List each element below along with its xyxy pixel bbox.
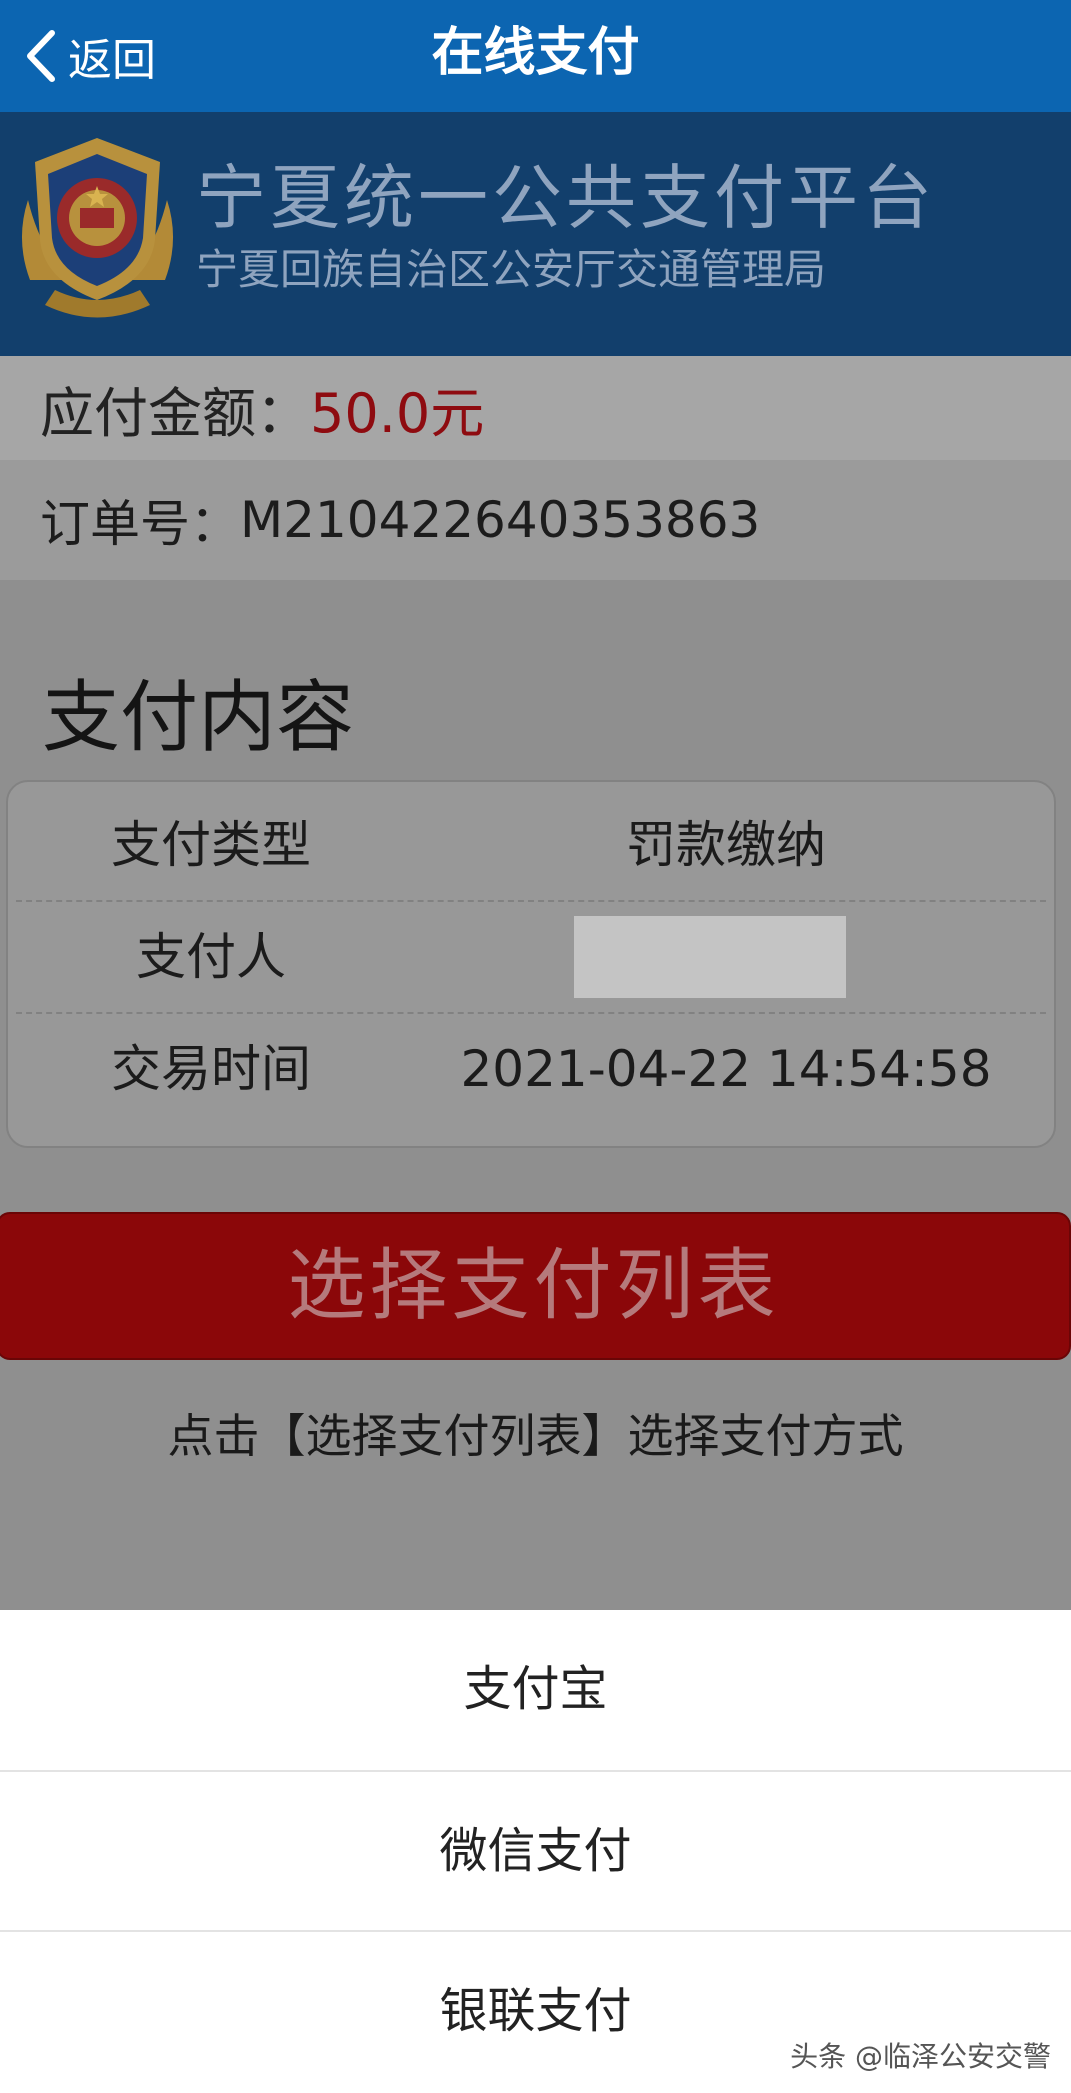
- order-row: 订单号： M210422640353863: [0, 460, 1071, 580]
- detail-row-payment-type: 支付类型 罚款缴纳: [16, 790, 1046, 900]
- payment-content-title: 支付内容: [42, 673, 355, 763]
- page-title: 在线支付: [431, 23, 640, 83]
- amount-label: 应付金额：: [40, 381, 310, 445]
- platform-banner: 宁夏统一公共支付平台 宁夏回族自治区公安厅交通管理局: [0, 112, 1071, 356]
- detail-label: 支付人: [136, 928, 286, 986]
- payment-option-alipay[interactable]: 支付宝: [0, 1610, 1071, 1768]
- select-payment-list-button[interactable]: 选择支付列表: [0, 1212, 1071, 1360]
- payment-method-sheet: 支付宝 微信支付 银联支付 头条 @临泽公安交警: [0, 1610, 1071, 2093]
- detail-row-transaction-time: 交易时间 2021-04-22 14:54:58: [16, 1012, 1046, 1124]
- platform-subtitle: 宁夏回族自治区公安厅交通管理局: [196, 245, 827, 294]
- nav-bar: 返回 在线支付: [0, 0, 1071, 112]
- payment-details-card: 支付类型 罚款缴纳 支付人 交易时间 2021-04-22 14:54:58: [6, 780, 1056, 1148]
- payment-option-wechat[interactable]: 微信支付: [0, 1770, 1071, 1930]
- redacted-payer-name: [574, 916, 846, 998]
- platform-title: 宁夏统一公共支付平台: [196, 157, 936, 239]
- order-label: 订单号：: [40, 495, 240, 553]
- detail-value: 2021-04-22 14:54:58: [460, 1040, 992, 1098]
- amount-row: 应付金额： 50.0元: [0, 356, 1071, 460]
- detail-label: 交易时间: [111, 1040, 311, 1098]
- order-number: M210422640353863: [240, 491, 761, 549]
- watermark: 头条 @临泽公安交警: [790, 2040, 1051, 2073]
- police-emblem-icon: [21, 138, 174, 318]
- hint-text: 点击【选择支付列表】选择支付方式: [167, 1409, 904, 1463]
- detail-value: 罚款缴纳: [626, 816, 826, 874]
- detail-label: 支付类型: [111, 816, 311, 874]
- amount-value: 50.0元: [310, 381, 485, 445]
- detail-row-payer: 支付人: [16, 900, 1046, 1012]
